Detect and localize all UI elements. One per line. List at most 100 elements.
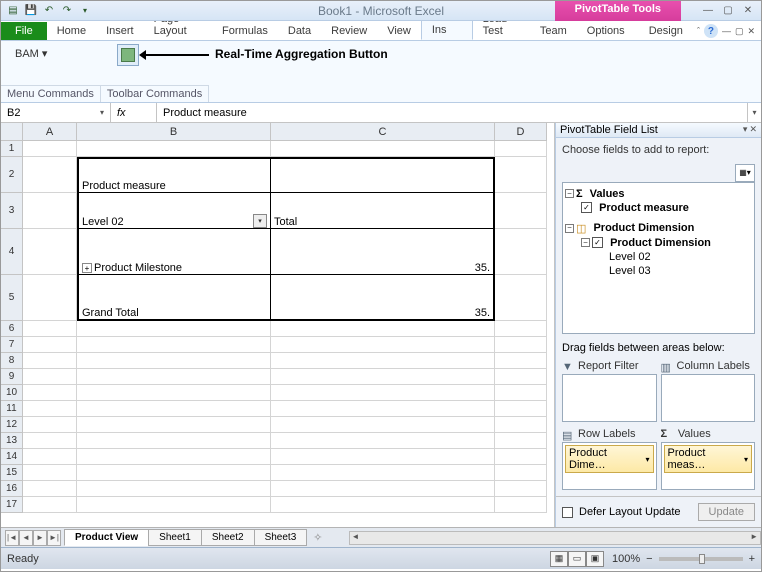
cell[interactable] xyxy=(495,229,547,275)
checkbox-checked-icon[interactable]: ✓ xyxy=(581,202,592,213)
sheet-tab-sheet3[interactable]: Sheet3 xyxy=(254,529,308,546)
name-box-dropdown-icon[interactable]: ▾ xyxy=(100,108,104,117)
save-icon[interactable]: 💾 xyxy=(23,3,39,19)
field-level03[interactable]: Level 03 xyxy=(609,265,651,277)
sheet-tab-sheet2[interactable]: Sheet2 xyxy=(201,529,255,546)
sheet-tab-product-view[interactable]: Product View xyxy=(64,529,149,546)
first-sheet-icon[interactable]: |◄ xyxy=(5,530,19,546)
chip-product-dimension[interactable]: Product Dime…▾ xyxy=(565,445,654,473)
pivot-cell-b2[interactable]: Product measure xyxy=(77,157,271,193)
field-level02[interactable]: Level 02 xyxy=(609,251,651,263)
filter-dropdown-icon[interactable]: ▾ xyxy=(253,214,267,228)
worksheet-grid[interactable]: A B C D 1 2 Product measure 3 Level 02▾ … xyxy=(1,123,555,527)
horizontal-scrollbar[interactable] xyxy=(349,531,762,545)
zoom-in-icon[interactable]: + xyxy=(749,553,755,565)
select-all-corner[interactable] xyxy=(1,123,23,141)
field-product-measure[interactable]: Product measure xyxy=(599,202,689,214)
cell[interactable] xyxy=(23,385,77,401)
row-header[interactable]: 16 xyxy=(1,481,23,497)
name-box[interactable]: B2 ▾ xyxy=(1,103,111,122)
collapse-icon[interactable]: − xyxy=(565,224,574,233)
help-icon[interactable]: ? xyxy=(704,24,718,38)
cell[interactable] xyxy=(271,465,495,481)
cell[interactable] xyxy=(77,141,271,157)
cell[interactable] xyxy=(77,417,271,433)
col-a[interactable]: A xyxy=(23,123,77,141)
pivot-cell-b3[interactable]: Level 02▾ xyxy=(77,193,271,229)
tab-design[interactable]: Design xyxy=(639,22,693,40)
update-button[interactable]: Update xyxy=(698,503,755,521)
new-sheet-icon[interactable]: ✧ xyxy=(307,531,328,544)
tab-data[interactable]: Data xyxy=(278,22,321,40)
cell[interactable] xyxy=(495,275,547,321)
cell[interactable] xyxy=(77,337,271,353)
cell[interactable] xyxy=(77,385,271,401)
tab-home[interactable]: Home xyxy=(47,22,96,40)
cell[interactable] xyxy=(77,481,271,497)
cell[interactable] xyxy=(495,401,547,417)
cell[interactable] xyxy=(495,481,547,497)
cell[interactable] xyxy=(495,353,547,369)
cell[interactable] xyxy=(495,465,547,481)
dimension-child[interactable]: Product Dimension xyxy=(610,237,711,249)
cell[interactable] xyxy=(23,337,77,353)
wb-restore-icon[interactable]: ▢ xyxy=(735,26,744,37)
cell[interactable] xyxy=(495,433,547,449)
row-header[interactable]: 2 xyxy=(1,157,23,193)
tab-insert[interactable]: Insert xyxy=(96,22,144,40)
tab-formulas[interactable]: Formulas xyxy=(212,22,278,40)
cell[interactable] xyxy=(23,481,77,497)
cell[interactable] xyxy=(23,369,77,385)
row-header[interactable]: 8 xyxy=(1,353,23,369)
pivot-cell-c3[interactable]: Total xyxy=(271,193,495,229)
row-header[interactable]: 12 xyxy=(1,417,23,433)
row-header[interactable]: 14 xyxy=(1,449,23,465)
cell[interactable] xyxy=(271,449,495,465)
cell[interactable] xyxy=(495,449,547,465)
column-labels-zone[interactable] xyxy=(661,374,756,422)
cell[interactable] xyxy=(495,369,547,385)
row-header[interactable]: 9 xyxy=(1,369,23,385)
collapse-icon[interactable]: − xyxy=(565,189,574,198)
page-break-view-icon[interactable]: ▣ xyxy=(586,551,604,567)
cell[interactable] xyxy=(495,385,547,401)
cell[interactable] xyxy=(23,141,77,157)
cell[interactable] xyxy=(77,433,271,449)
tab-options[interactable]: Options xyxy=(577,22,635,40)
minimize-ribbon-icon[interactable]: ˆ xyxy=(697,26,700,36)
cell[interactable] xyxy=(495,321,547,337)
redo-icon[interactable]: ↷ xyxy=(59,3,75,19)
pivot-cell-b4[interactable]: +Product Milestone xyxy=(77,229,271,275)
cell[interactable] xyxy=(77,401,271,417)
row-header[interactable]: 1 xyxy=(1,141,23,157)
cell[interactable] xyxy=(77,465,271,481)
undo-icon[interactable]: ↶ xyxy=(41,3,57,19)
pane-close-icon[interactable]: ✕ xyxy=(749,124,757,135)
maximize-icon[interactable]: ▢ xyxy=(721,3,735,17)
chevron-down-icon[interactable]: ▾ xyxy=(645,455,649,464)
tab-review[interactable]: Review xyxy=(321,22,377,40)
cell[interactable] xyxy=(23,193,77,229)
pivot-cell-c5[interactable]: 35. xyxy=(271,275,495,321)
cell[interactable] xyxy=(23,433,77,449)
file-tab[interactable]: File xyxy=(1,22,47,40)
close-icon[interactable]: ✕ xyxy=(741,3,755,17)
checkbox-checked-icon[interactable]: ✓ xyxy=(592,237,603,248)
cell[interactable] xyxy=(271,337,495,353)
cell[interactable] xyxy=(271,353,495,369)
fx-label[interactable]: fx xyxy=(111,103,157,122)
chip-product-measure[interactable]: Product meas…▾ xyxy=(664,445,753,473)
cell[interactable] xyxy=(271,401,495,417)
defer-checkbox[interactable] xyxy=(562,507,573,518)
pane-dropdown-icon[interactable]: ▾ xyxy=(743,124,748,135)
zoom-slider[interactable] xyxy=(659,557,743,561)
values-node[interactable]: Values xyxy=(590,188,625,200)
row-labels-zone[interactable]: Product Dime…▾ xyxy=(562,442,657,490)
expand-icon[interactable]: + xyxy=(82,263,92,273)
col-c[interactable]: C xyxy=(271,123,495,141)
cell[interactable] xyxy=(23,321,77,337)
cell[interactable] xyxy=(23,417,77,433)
row-header[interactable]: 4 xyxy=(1,229,23,275)
col-d[interactable]: D xyxy=(495,123,547,141)
page-layout-view-icon[interactable]: ▭ xyxy=(568,551,586,567)
